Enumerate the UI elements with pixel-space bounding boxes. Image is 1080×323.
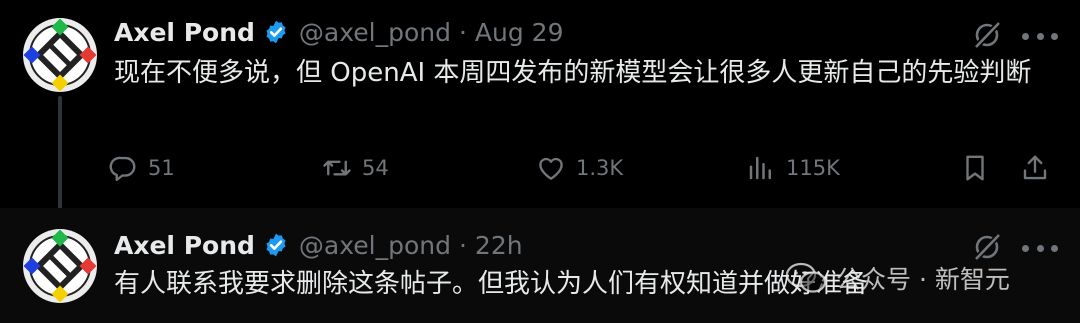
repost-button[interactable]: 54 — [322, 148, 389, 188]
view-count: 115K — [786, 156, 840, 180]
repost-icon — [323, 160, 351, 176]
share-icon — [1023, 155, 1047, 180]
timestamp[interactable]: 22h — [475, 231, 523, 260]
bookmark-button[interactable] — [960, 148, 990, 188]
verified-badge-icon — [266, 233, 286, 257]
author-name[interactable]: Axel Pond — [114, 231, 255, 260]
tweet-actions: 51 54 1.3K 115K — [108, 148, 1056, 188]
views-button[interactable]: 115K — [746, 148, 840, 188]
timestamp[interactable]: Aug 29 — [475, 18, 564, 47]
tweet-header: Axel Pond @axel_pond · 22h — [114, 227, 523, 263]
tweet[interactable]: Axel Pond @axel_pond · Aug 29 现在不便多说，但 O… — [0, 0, 1080, 208]
share-button[interactable] — [1020, 148, 1050, 188]
more-icon[interactable] — [1022, 31, 1058, 41]
separator: · — [458, 17, 467, 47]
bookmark-icon — [966, 155, 984, 181]
author-handle[interactable]: @axel_pond — [299, 231, 451, 260]
wechat-icon — [785, 262, 827, 293]
reply-button[interactable]: 51 — [108, 148, 175, 188]
grok-icon[interactable] — [972, 20, 1002, 50]
tweet-text: 现在不便多说，但 OpenAI 本周四发布的新模型会让很多人更新自己的先验判断 — [114, 58, 1032, 88]
like-button[interactable]: 1.3K — [536, 148, 623, 188]
author-name[interactable]: Axel Pond — [114, 18, 255, 47]
reply-icon — [109, 156, 136, 182]
like-count: 1.3K — [576, 156, 624, 180]
avatar[interactable] — [22, 228, 98, 304]
repost-count: 54 — [362, 156, 389, 180]
more-icon[interactable] — [1022, 243, 1058, 253]
avatar[interactable] — [22, 17, 98, 93]
verified-badge-icon — [266, 20, 286, 44]
separator: · — [458, 230, 467, 260]
watermark: 公众号 · 新智元 — [784, 258, 1010, 298]
views-icon — [749, 156, 771, 180]
watermark-label: 公众号 · 新智元 — [836, 265, 1010, 294]
author-handle[interactable]: @axel_pond — [299, 18, 451, 47]
reply-count: 51 — [148, 156, 175, 180]
tweet-header: Axel Pond @axel_pond · Aug 29 — [114, 14, 564, 50]
heart-icon — [539, 157, 563, 180]
